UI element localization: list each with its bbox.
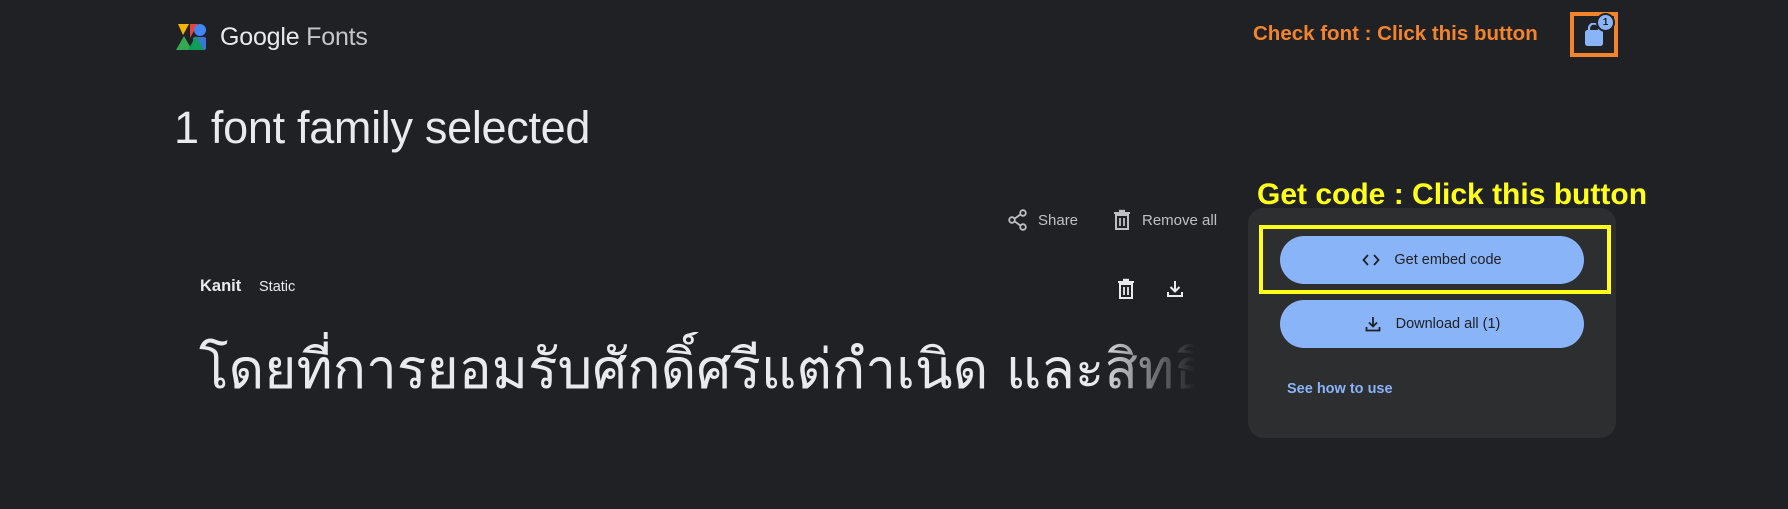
- annotation-highlight-box: [1259, 225, 1611, 294]
- logo-text-google: Google: [220, 22, 300, 51]
- download-font-button[interactable]: [1165, 278, 1185, 300]
- font-style-label: Static: [259, 279, 296, 295]
- logo-wordmark: Google Fonts: [220, 23, 368, 52]
- download-icon: [1365, 317, 1381, 332]
- selected-families-button[interactable]: 1: [1570, 12, 1618, 57]
- share-icon: [1008, 209, 1027, 231]
- annotation-check-font: Check font : Click this button: [1253, 22, 1538, 45]
- download-icon: [1167, 281, 1183, 297]
- download-all-label: Download all (1): [1395, 316, 1501, 332]
- google-fonts-logo[interactable]: Google Fonts: [176, 22, 368, 52]
- download-all-button[interactable]: Download all (1): [1280, 300, 1584, 348]
- trash-icon: [1114, 209, 1130, 230]
- page-title: 1 font family selected: [174, 102, 591, 153]
- see-how-to-use-link[interactable]: See how to use: [1287, 381, 1393, 397]
- trash-icon: [1118, 278, 1134, 299]
- google-fonts-selection-page: Google Fonts Check font : Click this but…: [0, 0, 1788, 509]
- share-label: Share: [1038, 211, 1079, 229]
- font-family-name[interactable]: Kanit: [200, 277, 241, 296]
- logo-text-fonts: Fonts: [299, 22, 368, 51]
- font-preview-text: โดยที่การยอมรับศักดิ์ศรีแต่กำเนิด และสิท…: [199, 337, 1195, 401]
- remove-all-button[interactable]: Remove all: [1112, 209, 1217, 231]
- share-button[interactable]: Share: [1008, 209, 1078, 231]
- annotation-get-code: Get code : Click this button: [1257, 178, 1648, 211]
- remove-all-label: Remove all: [1142, 211, 1218, 229]
- google-fonts-logo-icon: [176, 24, 206, 50]
- cart-count-badge: 1: [1598, 14, 1613, 30]
- shopping-bag-icon: 1: [1583, 14, 1613, 47]
- remove-font-button[interactable]: [1116, 278, 1136, 300]
